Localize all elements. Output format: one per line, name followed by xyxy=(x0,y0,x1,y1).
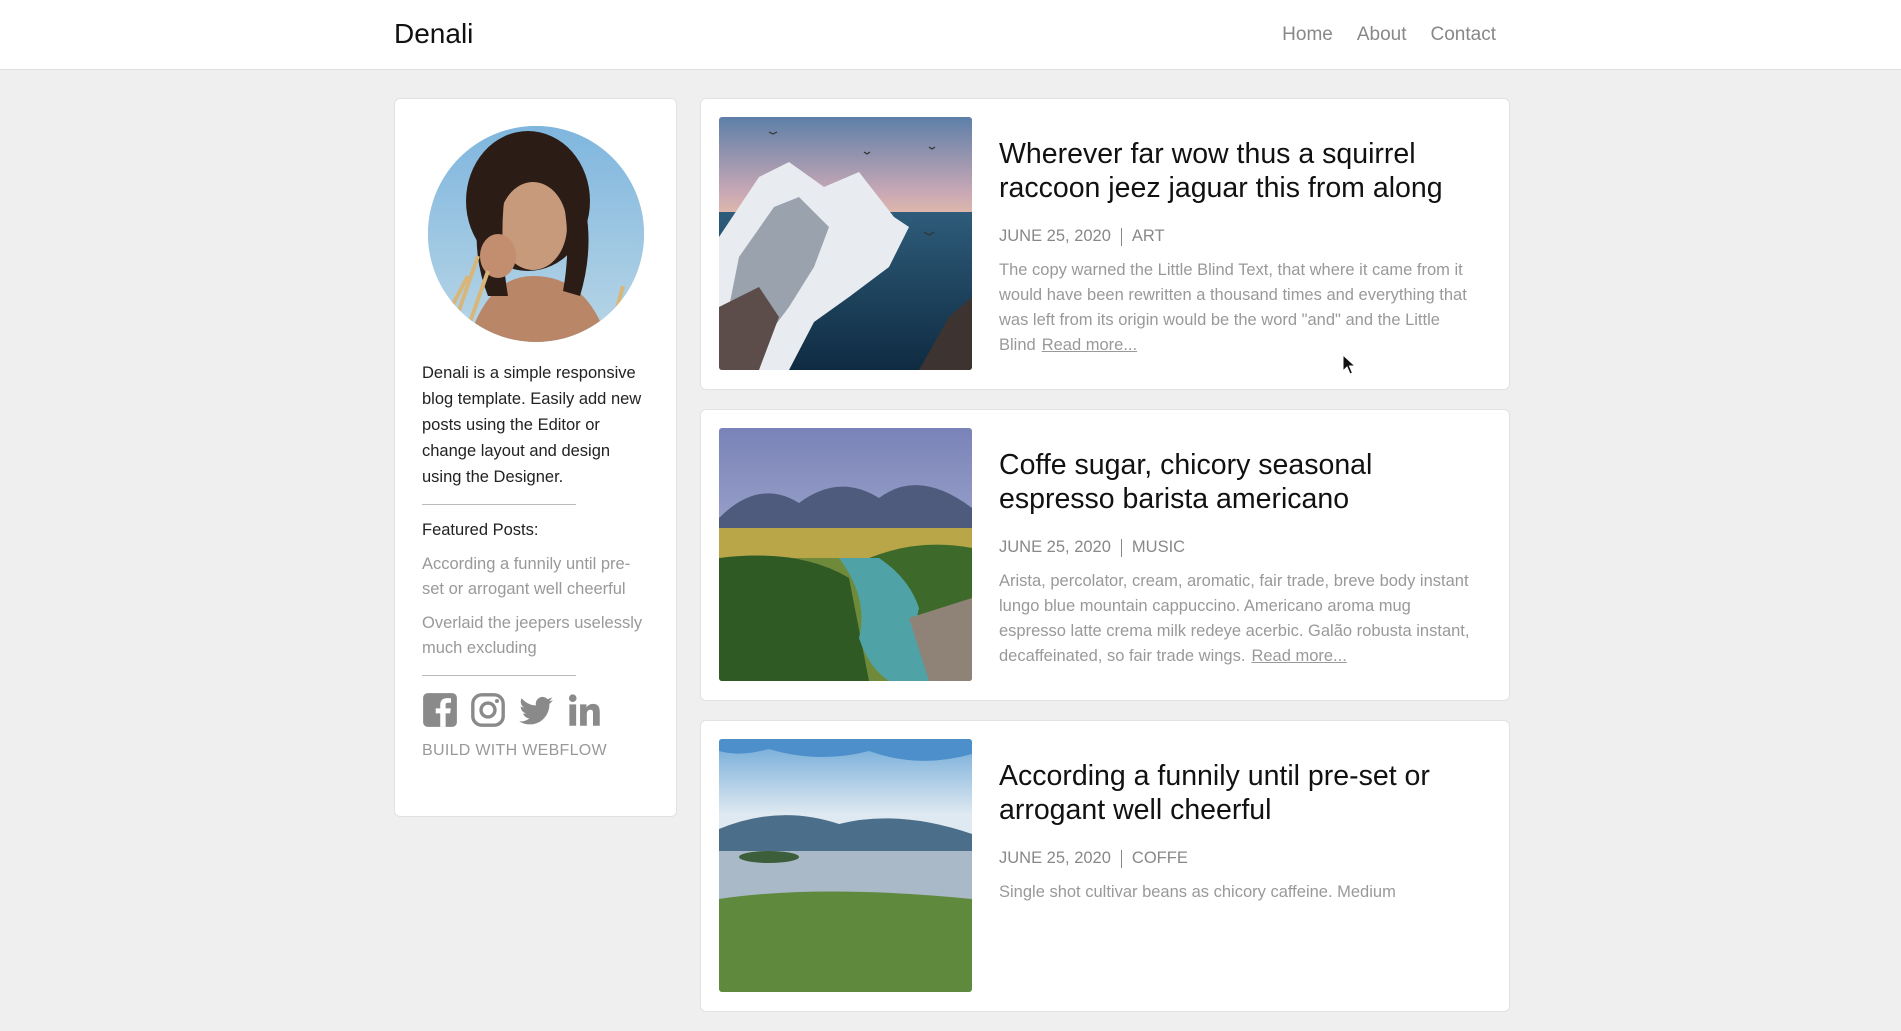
sidebar-divider xyxy=(422,504,576,505)
build-with-webflow-link[interactable]: BUILD WITH WEBFLOW xyxy=(422,742,649,760)
post-content: According a funnily until pre-set or arr… xyxy=(999,759,1479,905)
sidebar-divider xyxy=(422,675,576,676)
post-excerpt: The copy warned the Little Blind Text, t… xyxy=(999,258,1479,358)
post-excerpt: Arista, percolator, cream, aromatic, fai… xyxy=(999,569,1479,669)
facebook-icon[interactable] xyxy=(422,692,458,728)
post-meta: JUNE 25, 2020 ART xyxy=(999,227,1479,246)
nav-link-about[interactable]: About xyxy=(1357,24,1407,46)
nav-link-contact[interactable]: Contact xyxy=(1431,24,1496,46)
post-title[interactable]: Coffe sugar, chicory seasonal espresso b… xyxy=(999,448,1479,516)
post-title[interactable]: According a funnily until pre-set or arr… xyxy=(999,759,1479,827)
featured-posts-heading: Featured Posts: xyxy=(422,521,539,539)
nav-link-home[interactable]: Home xyxy=(1282,24,1333,46)
post-thumbnail[interactable] xyxy=(719,428,972,681)
post-meta: JUNE 25, 2020 MUSIC xyxy=(999,538,1479,557)
post-date: JUNE 25, 2020 xyxy=(999,538,1111,556)
sidebar-card: Denali is a simple responsive blog templ… xyxy=(394,98,677,817)
meta-separator xyxy=(1120,538,1122,557)
post-title[interactable]: Wherever far wow thus a squirrel raccoon… xyxy=(999,137,1479,205)
post-excerpt: Single shot cultivar beans as chicory ca… xyxy=(999,880,1479,905)
post-content: Wherever far wow thus a squirrel raccoon… xyxy=(999,137,1479,358)
mouse-cursor-icon xyxy=(1342,354,1356,375)
read-more-link[interactable]: Read more... xyxy=(1251,647,1346,665)
meta-separator xyxy=(1120,849,1122,868)
author-bio: Denali is a simple responsive blog templ… xyxy=(422,364,642,486)
post-category[interactable]: COFFE xyxy=(1132,849,1188,868)
twitter-icon[interactable] xyxy=(518,692,554,728)
post-thumbnail[interactable] xyxy=(719,739,972,992)
nav-menu: Home About Contact xyxy=(1282,24,1496,46)
post-card: According a funnily until pre-set or arr… xyxy=(700,720,1510,1012)
post-card: Wherever far wow thus a squirrel raccoon… xyxy=(700,98,1510,390)
featured-post-link[interactable]: According a funnily until pre-set or arr… xyxy=(422,552,649,602)
post-meta: JUNE 25, 2020 COFFE xyxy=(999,849,1479,868)
post-list: Wherever far wow thus a squirrel raccoon… xyxy=(700,98,1510,1031)
author-avatar xyxy=(427,126,644,342)
featured-post-link[interactable]: Overlaid the jeepers uselessly much excl… xyxy=(422,611,649,661)
brand-logo[interactable]: Denali xyxy=(394,18,473,50)
post-thumbnail[interactable] xyxy=(719,117,972,370)
post-category[interactable]: ART xyxy=(1132,227,1165,246)
post-excerpt-text: Single shot cultivar beans as chicory ca… xyxy=(999,883,1396,901)
post-content: Coffe sugar, chicory seasonal espresso b… xyxy=(999,448,1479,669)
social-links xyxy=(422,692,649,728)
linkedin-icon[interactable] xyxy=(566,692,602,728)
post-date: JUNE 25, 2020 xyxy=(999,849,1111,867)
read-more-link[interactable]: Read more... xyxy=(1042,336,1137,354)
meta-separator xyxy=(1120,227,1122,246)
post-card: Coffe sugar, chicory seasonal espresso b… xyxy=(700,409,1510,701)
post-category[interactable]: MUSIC xyxy=(1132,538,1185,557)
post-excerpt-text: Arista, percolator, cream, aromatic, fai… xyxy=(999,572,1470,665)
post-date: JUNE 25, 2020 xyxy=(999,227,1111,245)
instagram-icon[interactable] xyxy=(470,692,506,728)
top-navbar: Denali Home About Contact xyxy=(0,0,1901,70)
